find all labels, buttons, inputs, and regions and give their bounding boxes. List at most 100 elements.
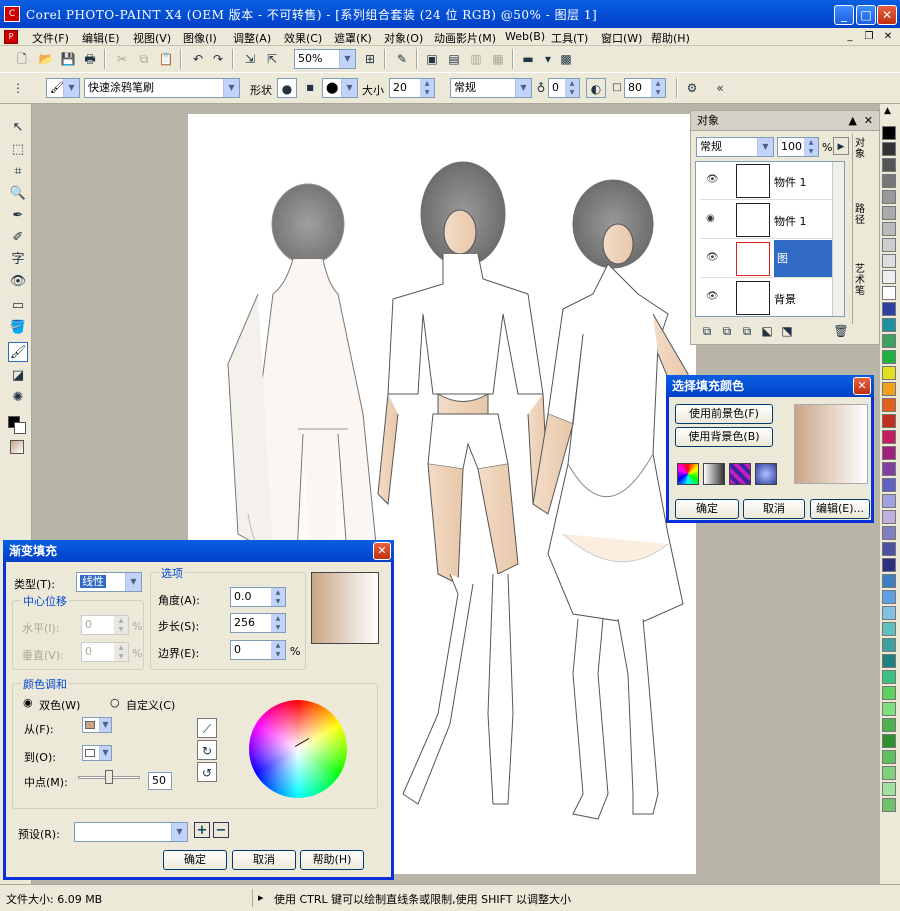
expand-arrows-icon[interactable]: « bbox=[710, 78, 730, 98]
doc-restore-icon[interactable]: ❐ bbox=[861, 30, 877, 44]
eye-icon[interactable]: 👁 bbox=[706, 291, 719, 302]
copy-icon[interactable]: ⧉ bbox=[134, 49, 154, 69]
palette-swatch[interactable] bbox=[882, 190, 896, 204]
fill-dialog-close-button[interactable]: ✕ bbox=[853, 377, 871, 395]
from-color-picker[interactable]: ▼ bbox=[82, 717, 112, 733]
open-icon[interactable]: 📂 bbox=[36, 49, 56, 69]
doc-minimize-icon[interactable]: _ bbox=[842, 30, 858, 44]
menu-window[interactable]: 窗口(W) bbox=[601, 30, 642, 46]
menu-adjust[interactable]: 调整(A) bbox=[233, 30, 271, 46]
brush-type-picker[interactable]: 🖌 ▼ bbox=[46, 78, 80, 98]
use-background-button[interactable]: 使用背景色(B) bbox=[675, 427, 773, 447]
layer-item[interactable]: ◉ 物件 1 bbox=[700, 201, 832, 239]
layer-options-arrow-icon[interactable]: ▶ bbox=[833, 137, 849, 155]
rectangle-mask-tool-icon[interactable]: ⬚ bbox=[8, 140, 28, 160]
maximize-button[interactable]: □ bbox=[856, 5, 876, 25]
midpoint-value[interactable]: 50 bbox=[148, 772, 172, 790]
add-preset-icon[interactable]: + bbox=[194, 822, 210, 838]
spin-arrows-icon[interactable]: ▲ ▼ bbox=[651, 79, 665, 97]
palette-swatch[interactable] bbox=[882, 654, 896, 668]
spin-arrows-icon[interactable]: ▲ ▼ bbox=[420, 79, 434, 97]
palette-swatch[interactable] bbox=[882, 526, 896, 540]
palette-swatch[interactable] bbox=[882, 686, 896, 700]
eye-icon[interactable]: 👁 bbox=[706, 252, 719, 263]
brush-settings-icon[interactable]: ✎ bbox=[392, 49, 412, 69]
bitmap-fill-icon[interactable] bbox=[729, 463, 751, 485]
menu-mask[interactable]: 遮罩(K) bbox=[334, 30, 372, 46]
menu-file[interactable]: 文件(F) bbox=[32, 30, 69, 46]
palette-swatch[interactable] bbox=[882, 574, 896, 588]
zoom-combo[interactable]: 50% ▼ bbox=[294, 49, 356, 69]
create-from-mask-icon[interactable]: ⬕ bbox=[757, 321, 777, 341]
palette-swatch[interactable] bbox=[882, 462, 896, 476]
cancel-button[interactable]: 取消 bbox=[232, 850, 296, 870]
palette-swatch[interactable] bbox=[882, 206, 896, 220]
menu-effects[interactable]: 效果(C) bbox=[284, 30, 322, 46]
layer-mode-combo[interactable]: 常规 ▼ bbox=[696, 137, 774, 157]
use-foreground-button[interactable]: 使用前景色(F) bbox=[675, 404, 773, 424]
palette-swatch[interactable] bbox=[882, 670, 896, 684]
palette-swatch[interactable] bbox=[882, 270, 896, 284]
new-object-icon[interactable]: ⧉ bbox=[697, 321, 717, 341]
combine-object-icon[interactable]: ⬔ bbox=[777, 321, 797, 341]
menu-web[interactable]: Web(B) bbox=[505, 30, 545, 43]
paint-tool-icon[interactable]: 🖌 bbox=[8, 342, 28, 362]
mask-marquee-icon[interactable]: ▣ bbox=[422, 49, 442, 69]
menu-image[interactable]: 图像(I) bbox=[183, 30, 217, 46]
layer-item[interactable]: 👁 物件 1 bbox=[700, 162, 832, 200]
eye-icon[interactable]: 👁 bbox=[706, 174, 719, 185]
redo-icon[interactable]: ↷ bbox=[208, 49, 228, 69]
zoom-tool-icon[interactable]: 🔍 bbox=[8, 184, 28, 204]
text-tool-icon[interactable]: 字 bbox=[8, 250, 28, 270]
transparency-spinner[interactable]: 0 ▲ ▼ bbox=[548, 78, 580, 98]
tab-paths[interactable]: 路径 bbox=[855, 204, 869, 226]
palette-swatch[interactable] bbox=[882, 430, 896, 444]
menu-object[interactable]: 对象(O) bbox=[384, 30, 423, 46]
minimize-button[interactable]: _ bbox=[834, 5, 854, 25]
fill-color-swatch[interactable] bbox=[10, 440, 24, 454]
eye-icon[interactable]: ◉ bbox=[706, 213, 715, 224]
duplicate-object-icon[interactable]: ⧉ bbox=[737, 321, 757, 341]
antialias-toggle[interactable]: ◐ bbox=[586, 78, 606, 98]
pick-tool-icon[interactable]: ↖ bbox=[8, 118, 28, 138]
palette-swatch[interactable] bbox=[882, 350, 896, 364]
remove-preset-icon[interactable]: − bbox=[213, 822, 229, 838]
background-color-swatch[interactable] bbox=[14, 422, 26, 434]
square-shape-button[interactable]: ■ bbox=[300, 78, 320, 98]
palette-swatch[interactable] bbox=[882, 414, 896, 428]
help-button[interactable]: 帮助(H) bbox=[300, 850, 364, 870]
docker-close-icon[interactable]: ✕ bbox=[864, 111, 873, 131]
palette-swatch[interactable] bbox=[882, 622, 896, 636]
red-eye-tool-icon[interactable]: 👁 bbox=[8, 272, 28, 292]
size-spinner[interactable]: 20 ▲ ▼ bbox=[389, 78, 435, 98]
new-layer-icon[interactable]: ⧉ bbox=[717, 321, 737, 341]
fill-ok-button[interactable]: 确定 bbox=[675, 499, 739, 519]
custom-radio-icon[interactable]: ○ bbox=[110, 696, 120, 709]
crop-tool-icon[interactable]: ⌗ bbox=[8, 162, 28, 182]
color-wheel[interactable] bbox=[249, 700, 347, 798]
palette-swatch[interactable] bbox=[882, 798, 896, 812]
spin-arrows-icon[interactable]: ▲ ▼ bbox=[114, 616, 128, 634]
palette-swatch[interactable] bbox=[882, 718, 896, 732]
palette-swatch[interactable] bbox=[882, 222, 896, 236]
fill-cancel-button[interactable]: 取消 bbox=[743, 499, 805, 519]
layer-item-selected[interactable]: 👁 图层 1 bbox=[700, 240, 832, 302]
tab-objects[interactable]: 对象 bbox=[855, 138, 869, 160]
spin-arrows-icon[interactable]: ▲ ▼ bbox=[271, 641, 285, 659]
direct-blend-icon[interactable]: ⟋ bbox=[197, 718, 217, 738]
palette-swatch[interactable] bbox=[882, 398, 896, 412]
uniform-fill-icon[interactable] bbox=[677, 463, 699, 485]
palette-swatch[interactable] bbox=[882, 302, 896, 316]
spin-arrows-icon[interactable]: ▲ ▼ bbox=[804, 138, 818, 156]
soft-edge-spinner[interactable]: 80 ▲ ▼ bbox=[624, 78, 666, 98]
layer-item[interactable]: 👁 背景 bbox=[700, 279, 832, 316]
to-color-picker[interactable]: ▼ bbox=[82, 745, 112, 761]
palette-swatch[interactable] bbox=[882, 142, 896, 156]
palette-swatch[interactable] bbox=[882, 126, 896, 140]
palette-swatch[interactable] bbox=[882, 318, 896, 332]
print-icon[interactable]: 🖶 bbox=[80, 49, 100, 69]
application-launcher-icon[interactable]: ▬ bbox=[518, 49, 538, 69]
ok-button[interactable]: 确定 bbox=[163, 850, 227, 870]
nib-picker[interactable]: ⬤ ▼ bbox=[322, 78, 358, 98]
menu-movie[interactable]: 动画影片(M) bbox=[434, 30, 496, 46]
